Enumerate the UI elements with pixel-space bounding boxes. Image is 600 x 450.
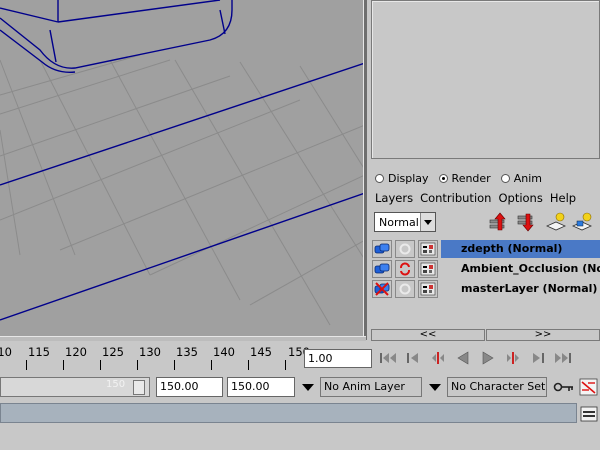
tick-mark <box>285 360 286 370</box>
layer-editor-menubar: Layers Contribution Options Help <box>375 191 576 205</box>
scroll-right-button[interactable]: >> <box>486 329 600 341</box>
play-forwards-icon[interactable] <box>476 347 500 369</box>
layer-row-ambient-occlusion[interactable]: Ambient_Occlusion (Normal) <box>372 260 600 278</box>
perspective-viewport[interactable] <box>0 0 365 336</box>
radio-button-selected-icon[interactable] <box>438 173 448 183</box>
layer-row-master-layer[interactable]: masterLayer (Normal) <box>372 280 600 298</box>
tick-label: 110 <box>0 345 12 359</box>
recycle-icon[interactable] <box>395 240 415 258</box>
playback-end-field[interactable]: 150.00 <box>227 377 295 397</box>
layer-name[interactable]: Ambient_Occlusion (Normal) <box>441 260 600 278</box>
tick-mark <box>248 360 249 370</box>
step-back-frame-icon[interactable] <box>426 347 450 369</box>
key-icon[interactable] <box>553 379 575 395</box>
range-slider-handle[interactable] <box>133 380 145 395</box>
tick-mark <box>63 360 64 370</box>
layer-editor: Display Render Anim Layers Contribution … <box>369 162 600 330</box>
step-forward-key-icon[interactable] <box>526 347 550 369</box>
tick-label: 135 <box>176 345 198 359</box>
tick-label: 145 <box>250 345 272 359</box>
layer-type-radio-group: Display Render Anim <box>375 170 542 186</box>
tick-label: 115 <box>28 345 50 359</box>
range-end-field[interactable]: 150.00 <box>156 377 223 397</box>
layer-row-zdepth[interactable]: zdepth (Normal) <box>372 240 600 258</box>
radio-button-icon[interactable] <box>375 173 384 183</box>
range-slider[interactable] <box>0 377 150 397</box>
character-set-field[interactable]: No Character Set <box>447 377 547 397</box>
radio-anim[interactable]: Anim <box>500 172 542 185</box>
layer-name[interactable]: masterLayer (Normal) <box>441 280 600 298</box>
tick-mark <box>137 360 138 370</box>
tick-label: 120 <box>65 345 87 359</box>
time-slider[interactable]: 110 115 120 125 130 135 140 145 150 <box>0 342 310 374</box>
viewport-border <box>0 336 366 341</box>
render-toggle-icon[interactable] <box>372 260 392 278</box>
playback-controls <box>376 347 575 369</box>
viewport-frame <box>363 0 367 340</box>
radio-button-icon[interactable] <box>500 173 510 183</box>
help-line <box>0 424 600 450</box>
current-time-field[interactable]: 1.00 <box>304 349 372 368</box>
script-editor-icon[interactable] <box>579 404 599 423</box>
radio-render[interactable]: Render <box>438 172 491 185</box>
render-settings-icon[interactable] <box>418 240 438 258</box>
menu-layers[interactable]: Layers <box>375 191 413 205</box>
tick-mark <box>26 360 27 370</box>
command-line[interactable] <box>0 403 577 423</box>
menu-help[interactable]: Help <box>550 191 576 205</box>
render-settings-icon[interactable] <box>418 260 438 278</box>
viewport-grid <box>0 0 365 326</box>
render-settings-icon[interactable] <box>418 280 438 298</box>
anim-layer-field[interactable]: No Anim Layer <box>320 377 422 397</box>
render-toggle-icon[interactable] <box>372 240 392 258</box>
render-disabled-icon[interactable] <box>372 280 392 298</box>
tick-label: 140 <box>213 345 235 359</box>
layer-name[interactable]: zdepth (Normal) <box>441 240 600 258</box>
step-back-key-icon[interactable] <box>401 347 425 369</box>
play-backwards-icon[interactable] <box>451 347 475 369</box>
chevron-down-icon[interactable] <box>425 377 445 397</box>
menu-contribution[interactable]: Contribution <box>420 191 491 205</box>
channel-box-panel <box>371 0 600 159</box>
recycle-icon[interactable] <box>395 280 415 298</box>
animation-preferences-icon[interactable] <box>579 378 599 397</box>
layer-mode-value: Normal <box>379 215 419 229</box>
tick-mark <box>174 360 175 370</box>
recycle-icon[interactable] <box>395 260 415 278</box>
create-layer-from-selection-icon[interactable] <box>571 211 593 233</box>
move-layer-up-icon[interactable] <box>487 211 509 233</box>
go-to-start-icon[interactable] <box>376 347 400 369</box>
create-empty-layer-icon[interactable] <box>545 211 567 233</box>
range-slider-value: 150 <box>106 379 126 390</box>
tick-label: 125 <box>102 345 124 359</box>
tick-mark <box>100 360 101 370</box>
radio-display[interactable]: Display <box>375 172 429 185</box>
menu-options[interactable]: Options <box>498 191 542 205</box>
tick-label: 130 <box>139 345 161 359</box>
go-to-end-icon[interactable] <box>551 347 575 369</box>
chevron-down-icon[interactable] <box>298 377 318 397</box>
tick-mark <box>211 360 212 370</box>
scroll-left-button[interactable]: << <box>371 329 485 341</box>
chevron-down-icon[interactable] <box>420 213 435 231</box>
layer-mode-select[interactable]: Normal <box>374 212 436 232</box>
move-layer-down-icon[interactable] <box>515 211 537 233</box>
step-forward-frame-icon[interactable] <box>501 347 525 369</box>
